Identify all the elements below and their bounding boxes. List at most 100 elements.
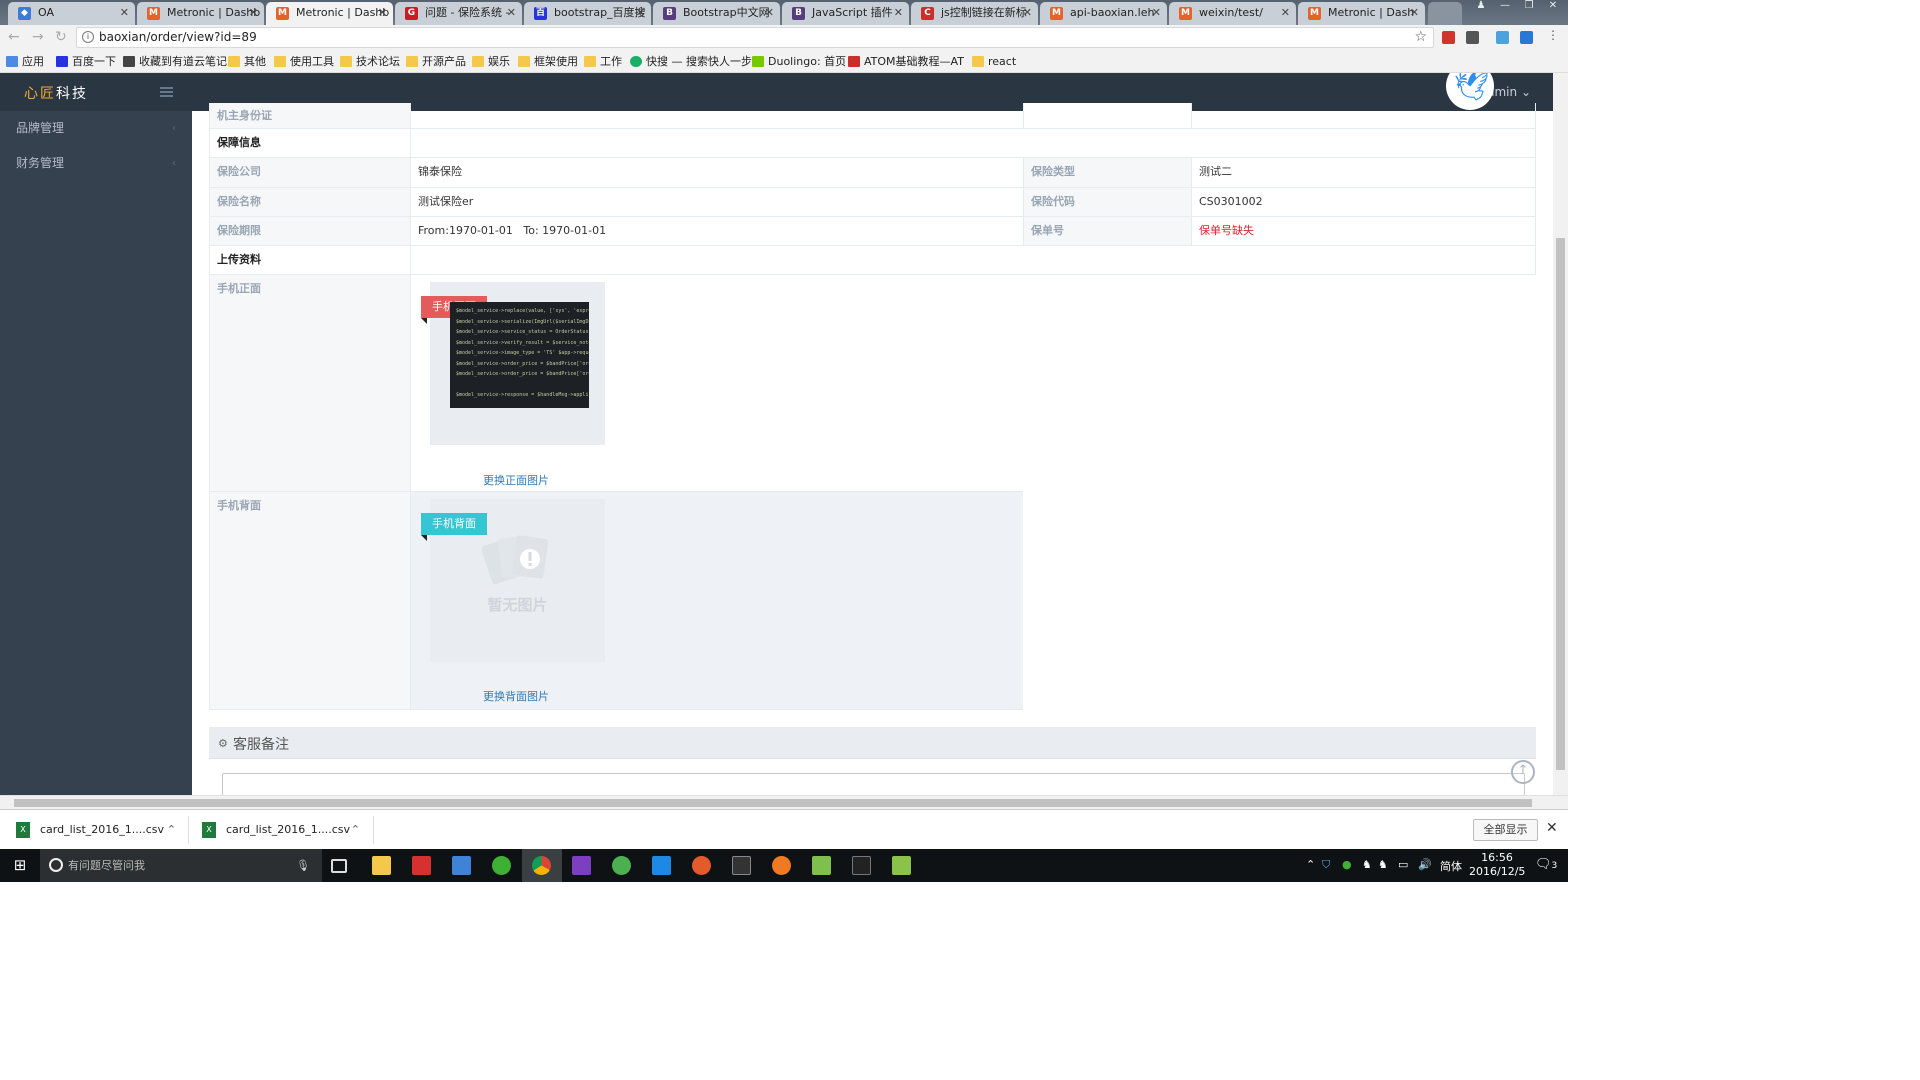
bookmark-folder[interactable]: react: [972, 54, 1016, 69]
file-explorer-icon[interactable]: [372, 856, 391, 875]
bookmark-folder[interactable]: 其他: [228, 54, 266, 69]
app-logo[interactable]: 心匠科技: [24, 83, 88, 103]
user-icon[interactable]: ♟: [1472, 0, 1490, 12]
android-icon[interactable]: [892, 856, 911, 875]
close-window-icon[interactable]: ✕: [1544, 0, 1562, 12]
restore-icon[interactable]: ❐: [1520, 0, 1538, 12]
windows-start-icon[interactable]: ⊞: [0, 849, 40, 882]
bookmark-item[interactable]: 收藏到有道云笔记: [123, 54, 227, 69]
close-icon[interactable]: ✕: [1546, 820, 1558, 836]
close-tab-icon[interactable]: ✕: [636, 2, 645, 23]
extension-icon[interactable]: [1496, 31, 1509, 44]
close-tab-icon[interactable]: ✕: [765, 2, 774, 23]
chevron-up-icon[interactable]: ⌃: [167, 816, 176, 844]
scrollbar-thumb[interactable]: [1556, 238, 1565, 770]
minimize-icon[interactable]: —: [1496, 0, 1514, 12]
notepad-icon[interactable]: [812, 856, 831, 875]
bookmark-folder[interactable]: 工作: [584, 54, 622, 69]
task-view-icon[interactable]: [331, 859, 347, 873]
extension-icon[interactable]: [1466, 31, 1479, 44]
microphone-icon[interactable]: 🎙: [296, 849, 310, 882]
show-all-downloads-button[interactable]: 全部显示: [1473, 819, 1538, 841]
close-tab-icon[interactable]: ✕: [120, 2, 129, 23]
bookmark-item[interactable]: 快搜 — 搜索快人一步: [630, 54, 752, 69]
bookmark-folder[interactable]: 框架使用: [518, 54, 578, 69]
tray-expand-icon[interactable]: ⌃: [1306, 858, 1315, 871]
back-photo-placeholder[interactable]: 手机背面 暂无图片: [421, 499, 605, 662]
browser-tab-js-plugins[interactable]: B JavaScript 插件 · ✕: [782, 2, 909, 25]
close-tab-icon[interactable]: ✕: [894, 2, 903, 23]
rocket-app-icon[interactable]: [692, 856, 711, 875]
close-tab-icon[interactable]: ✕: [1023, 2, 1032, 23]
qq-icon[interactable]: ♞: [1378, 858, 1388, 871]
browser-tab-oa[interactable]: ◆ OA ✕: [8, 2, 135, 25]
bookmark-folder[interactable]: 使用工具: [274, 54, 334, 69]
firefox-icon[interactable]: [772, 856, 791, 875]
browser-tab-issue[interactable]: G 问题 - 保险系统 - ✕: [395, 2, 522, 25]
close-tab-icon[interactable]: ✕: [378, 2, 387, 23]
browser-tab-metronic-1[interactable]: M Metronic | Dashb ✕: [137, 2, 264, 25]
system-clock[interactable]: 16:56 2016/12/5: [1469, 851, 1525, 879]
browser-tab-weixin[interactable]: M weixin/test/ ✕: [1169, 2, 1296, 25]
network-icon[interactable]: ▭: [1398, 858, 1408, 871]
bookmark-folder[interactable]: 娱乐: [472, 54, 510, 69]
chrome-icon[interactable]: [532, 856, 551, 875]
reload-icon[interactable]: ↻: [55, 29, 67, 45]
scrollbar-thumb[interactable]: [14, 799, 1532, 807]
browser-tab-baidu[interactable]: 百 bootstrap_百度搜 ✕: [524, 2, 651, 25]
front-photo-thumbnail[interactable]: 手机正面 $model_service->replace(value, ['sy…: [421, 282, 605, 445]
volume-icon[interactable]: 🔊: [1418, 858, 1432, 871]
sidebar-item-brand[interactable]: 品牌管理 ‹: [0, 111, 192, 146]
download-item[interactable]: X card_list_2016_1....csv ⌃: [202, 816, 360, 844]
notification-center-icon[interactable]: 🗨3: [1535, 857, 1557, 872]
green-app-icon[interactable]: [612, 856, 631, 875]
page-horizontal-scrollbar[interactable]: [0, 795, 1568, 809]
browser-tab-metronic-2[interactable]: M Metronic | Dashb ✕: [266, 2, 393, 25]
close-tab-icon[interactable]: ✕: [1152, 2, 1161, 23]
scroll-to-top-icon[interactable]: ↑: [1511, 760, 1535, 784]
cortana-search-box[interactable]: 有问题尽管问我 🎙: [40, 849, 322, 882]
browser-tab-csdn[interactable]: C js控制链接在新标 ✕: [911, 2, 1038, 25]
close-tab-icon[interactable]: ✕: [1410, 2, 1419, 23]
app-red-icon[interactable]: [412, 856, 431, 875]
extension-icon[interactable]: [1520, 31, 1533, 44]
back-icon[interactable]: ←: [8, 29, 20, 45]
forward-icon[interactable]: →: [32, 29, 44, 45]
address-bar[interactable]: i baoxian/order/view?id=89 ☆: [76, 27, 1434, 48]
network-app-icon[interactable]: [452, 856, 471, 875]
new-tab-button[interactable]: [1428, 2, 1462, 25]
cmd-icon[interactable]: [852, 856, 871, 875]
bookmark-star-icon[interactable]: ☆: [1414, 28, 1427, 47]
info-icon[interactable]: i: [82, 31, 94, 43]
browser-tab-bootstrap-cn[interactable]: B Bootstrap中文网 ✕: [653, 2, 780, 25]
bookmark-item[interactable]: ATOM基础教程—AT: [848, 54, 964, 69]
defender-icon[interactable]: ⛉: [1322, 858, 1330, 872]
chevron-up-icon[interactable]: ⌃: [351, 816, 360, 844]
fe-extension-icon[interactable]: [1442, 31, 1455, 44]
wechat-tray-icon[interactable]: ●: [1342, 858, 1352, 871]
remarks-textarea[interactable]: [222, 773, 1525, 795]
qq-icon[interactable]: ♞: [1362, 858, 1372, 871]
blue-app-icon[interactable]: [652, 856, 671, 875]
bookmark-item[interactable]: 百度一下: [56, 54, 116, 69]
bookmark-item[interactable]: Duolingo: 首页: [752, 54, 846, 69]
bookmark-apps[interactable]: 应用: [6, 54, 44, 69]
sidebar-item-finance[interactable]: 财务管理 ‹: [0, 146, 192, 181]
sidebar-toggle-icon[interactable]: [160, 87, 173, 97]
close-tab-icon[interactable]: ✕: [1281, 2, 1290, 23]
close-tab-icon[interactable]: ✕: [249, 2, 258, 23]
change-front-image-link[interactable]: 更换正面图片: [483, 472, 549, 488]
close-tab-icon[interactable]: ✕: [507, 2, 516, 23]
change-back-image-link[interactable]: 更换背面图片: [483, 688, 549, 704]
browser-tab-metronic-3[interactable]: M Metronic | Dash ✕: [1298, 2, 1425, 25]
browser-tab-api[interactable]: M api-baoxian.leh ✕: [1040, 2, 1167, 25]
bookmark-folder[interactable]: 技术论坛: [340, 54, 400, 69]
wechat-icon[interactable]: [492, 856, 511, 875]
bookmark-folder[interactable]: 开源产品: [406, 54, 466, 69]
menu-icon[interactable]: ⋮: [1547, 28, 1560, 42]
terminal-icon[interactable]: [732, 856, 751, 875]
phpstorm-icon[interactable]: [572, 856, 591, 875]
download-item[interactable]: X card_list_2016_1....csv ⌃: [16, 816, 176, 844]
page-vertical-scrollbar[interactable]: [1553, 73, 1568, 795]
ime-indicator[interactable]: 简体: [1440, 858, 1462, 874]
